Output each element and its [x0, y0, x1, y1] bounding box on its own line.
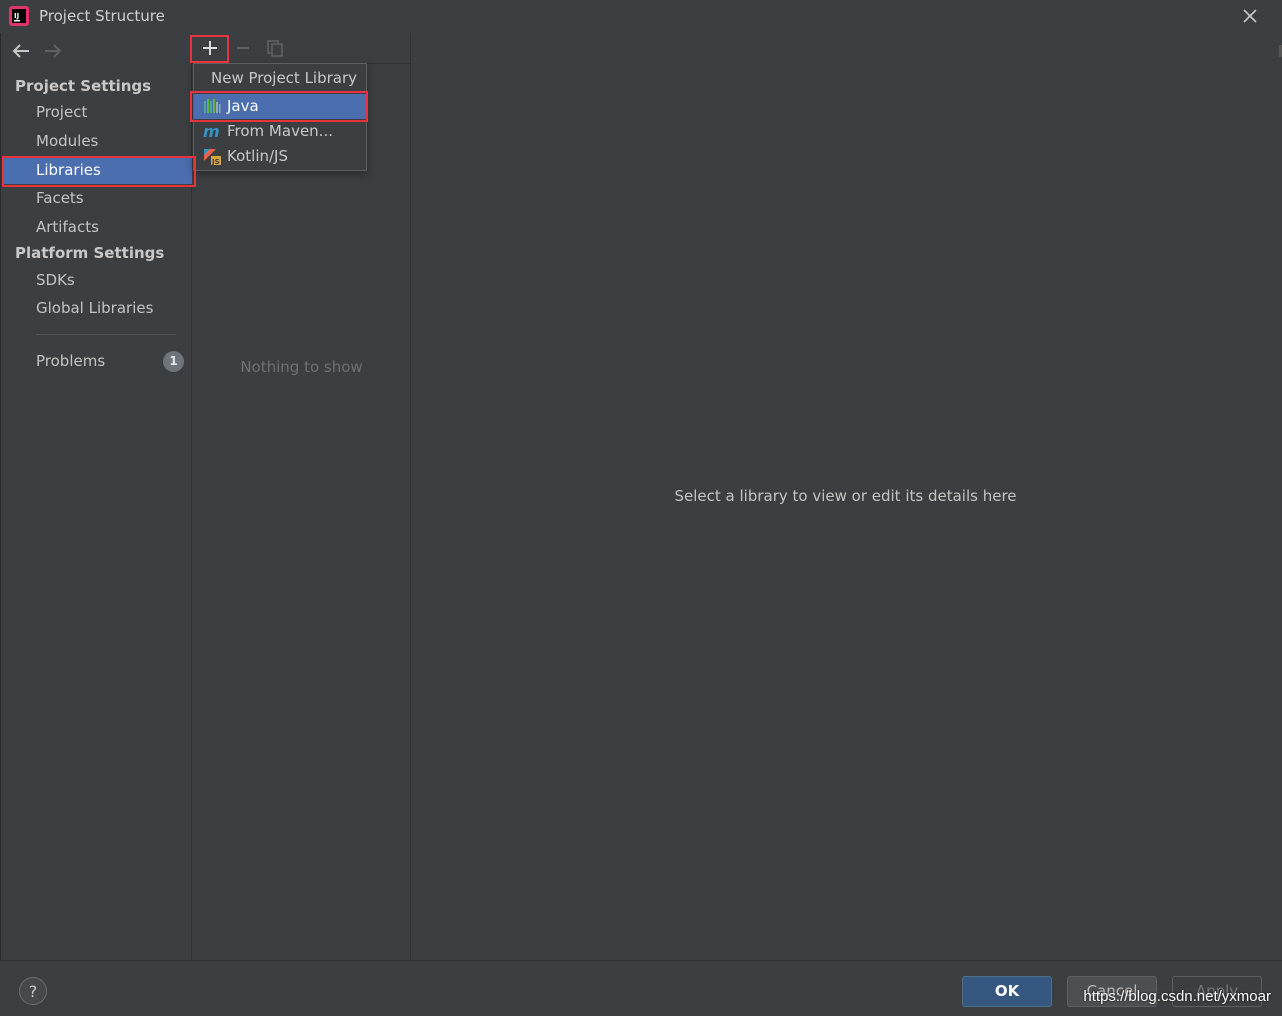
watermark-text: https://blog.csdn.net/yxmoar [1083, 988, 1271, 1005]
new-library-popup: New Project Library Java m From Maven...… [193, 63, 367, 171]
project-settings-header: Project Settings [15, 77, 152, 95]
remove-icon[interactable] [232, 37, 254, 59]
svg-text:JS: JS [211, 158, 220, 165]
add-icon[interactable] [199, 37, 221, 59]
popup-item-kotlin-js[interactable]: JS Kotlin/JS [194, 144, 366, 169]
sidebar-item-global-libraries[interactable]: Global Libraries [4, 295, 194, 322]
popup-item-label: Kotlin/JS [227, 147, 288, 165]
maven-icon: m [203, 123, 220, 140]
sidebar-item-facets[interactable]: Facets [4, 185, 194, 212]
sidebar-divider [36, 334, 176, 335]
library-details-pane: Select a library to view or edit its det… [411, 33, 1282, 960]
back-arrow-icon[interactable] [10, 42, 32, 60]
forward-arrow-icon[interactable] [42, 42, 64, 60]
window-title: Project Structure [39, 7, 165, 25]
details-placeholder: Select a library to view or edit its det… [674, 487, 1017, 505]
popup-item-label: From Maven... [227, 122, 333, 140]
ok-button[interactable]: OK [962, 976, 1052, 1007]
platform-settings-header: Platform Settings [15, 244, 165, 262]
copy-icon[interactable] [264, 37, 286, 59]
sidebar-item-modules[interactable]: Modules [4, 128, 194, 155]
popup-item-java[interactable]: Java [194, 94, 366, 119]
java-library-icon [204, 99, 221, 113]
svg-text:m: m [203, 123, 220, 140]
sidebar-item-artifacts[interactable]: Artifacts [4, 214, 194, 241]
popup-item-label: Java [227, 97, 259, 115]
empty-list-message: Nothing to show [240, 358, 363, 376]
popup-title: New Project Library [211, 69, 358, 87]
sidebar-item-libraries[interactable]: Libraries [4, 157, 194, 184]
svg-text:IJ: IJ [14, 12, 19, 20]
settings-sidebar: Project Settings Project Modules Librari… [0, 33, 194, 960]
title-bar: IJ Project Structure [0, 0, 1282, 33]
library-list-pane: Nothing to show [192, 33, 411, 960]
library-list-toolbar [192, 33, 411, 64]
sidebar-item-project[interactable]: Project [4, 99, 194, 126]
sidebar-item-sdks[interactable]: SDKs [4, 267, 194, 294]
intellij-app-icon: IJ [9, 6, 29, 26]
close-icon[interactable] [1240, 6, 1260, 26]
help-button[interactable]: ? [19, 977, 47, 1005]
popup-item-from-maven[interactable]: m From Maven... [194, 119, 366, 144]
kotlin-js-icon: JS [204, 149, 221, 165]
problems-count-badge: 1 [163, 351, 184, 372]
